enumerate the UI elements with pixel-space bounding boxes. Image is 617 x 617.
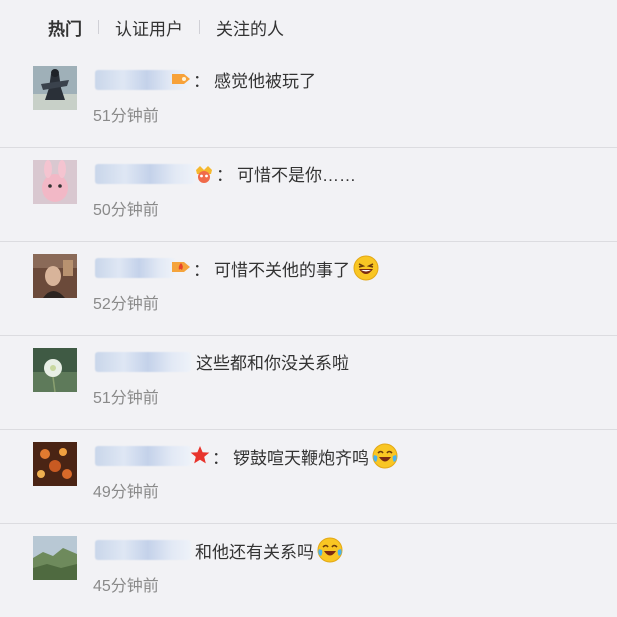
comment-text: 和他还有关系吗 — [195, 542, 314, 562]
comment-colon: ： — [216, 166, 233, 185]
avatar[interactable] — [33, 442, 77, 486]
comment-timestamp: 49分钟前 — [93, 484, 159, 501]
avatar[interactable] — [33, 66, 77, 110]
comment-body: 这些都和你没关系啦 — [196, 349, 349, 374]
comment-colon: ： — [193, 260, 210, 280]
crying-laughing-emoji-icon — [317, 537, 343, 563]
comment-body: ： 感觉他被玩了 — [193, 67, 316, 92]
comment-text: 锣鼓喧天鞭炮齐鸣 — [233, 448, 369, 468]
crying-laughing-emoji-icon — [372, 443, 398, 469]
comment-item: 和他还有关系吗 45分钟前 — [0, 523, 617, 617]
fire-tag-icon — [170, 256, 192, 278]
avatar[interactable] — [33, 254, 77, 298]
comment-item: ： 感觉他被玩了 51分钟前 — [0, 54, 617, 147]
comment-filter-tabs: 热门 认证用户 关注的人 — [0, 0, 617, 54]
comment-colon: ： — [212, 448, 229, 468]
comment-body: ： 锣鼓喧天鞭炮齐鸣 — [212, 443, 398, 469]
tab-divider — [199, 20, 200, 34]
comment-colon: ： — [193, 72, 210, 91]
laughing-emoji-icon — [353, 255, 379, 281]
comment-body: 和他还有关系吗 — [195, 537, 343, 563]
orange-tag-icon — [170, 68, 192, 90]
crown-heart-icon — [193, 162, 215, 184]
username-blurred[interactable] — [95, 352, 191, 372]
comment-item: ： 锣鼓喧天鞭炮齐鸣 49分钟前 — [0, 429, 617, 523]
comment-timestamp: 45分钟前 — [93, 578, 159, 595]
tab-hot[interactable]: 热门 — [48, 15, 82, 40]
comment-timestamp: 51分钟前 — [93, 390, 159, 407]
username-blurred[interactable] — [95, 258, 175, 278]
comment-text: 感觉他被玩了 — [214, 72, 316, 91]
username-blurred[interactable] — [95, 540, 191, 560]
tab-divider — [98, 20, 99, 34]
comment-text: 可惜不是你…… — [237, 166, 356, 185]
comment-body: ： 可惜不是你…… — [216, 161, 356, 186]
comment-timestamp: 52分钟前 — [93, 296, 159, 313]
comment-timestamp: 51分钟前 — [93, 108, 159, 125]
comment-timestamp: 50分钟前 — [93, 202, 159, 219]
username-blurred[interactable] — [95, 164, 195, 184]
comment-body: ： 可惜不关他的事了 — [193, 255, 379, 281]
comment-text: 可惜不关他的事了 — [214, 260, 350, 280]
tab-verified-users[interactable]: 认证用户 — [115, 15, 183, 40]
comment-list: ： 感觉他被玩了 51分钟前 ： 可惜不是你…… 50分钟前 ： 可惜不关他的事… — [0, 54, 617, 617]
comment-item: ： 可惜不关他的事了 52分钟前 — [0, 241, 617, 335]
avatar[interactable] — [33, 536, 77, 580]
red-star-icon — [189, 444, 211, 466]
comment-item: ： 可惜不是你…… 50分钟前 — [0, 147, 617, 241]
avatar[interactable] — [33, 348, 77, 392]
comment-text: 这些都和你没关系啦 — [196, 354, 349, 373]
tab-following[interactable]: 关注的人 — [216, 15, 284, 40]
avatar[interactable] — [33, 160, 77, 204]
username-blurred[interactable] — [95, 446, 191, 466]
comment-item: 这些都和你没关系啦 51分钟前 — [0, 335, 617, 429]
